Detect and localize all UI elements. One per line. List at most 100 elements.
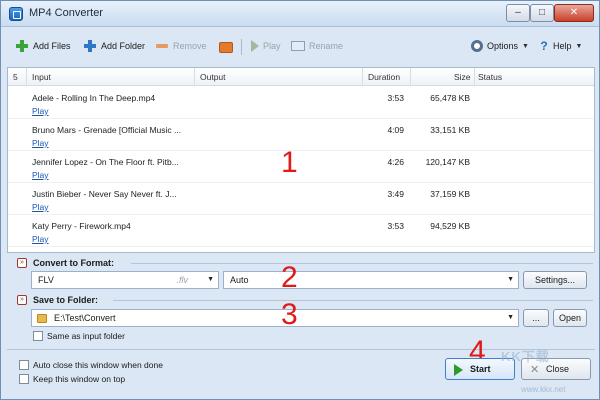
preset-select[interactable]: Auto ▼ bbox=[223, 271, 519, 289]
auto-close-checkbox[interactable] bbox=[19, 360, 29, 370]
keep-on-top-checkbox[interactable] bbox=[19, 374, 29, 384]
column-divider bbox=[410, 68, 411, 86]
table-row[interactable]: Katy Perry - Firework.mp4 Play 3:53 94,5… bbox=[8, 215, 594, 247]
column-divider bbox=[474, 68, 475, 86]
step-callout-1: 1 bbox=[281, 146, 298, 179]
rename-label: Rename bbox=[309, 41, 344, 51]
format-value: FLV bbox=[38, 275, 54, 285]
window-title: MP4 Converter bbox=[29, 7, 103, 19]
clear-list-button[interactable] bbox=[219, 37, 233, 55]
help-icon: ? bbox=[540, 39, 548, 53]
title-bar[interactable]: MP4 Converter – □ ✕ bbox=[1, 1, 599, 27]
remove-button[interactable]: Remove bbox=[155, 37, 207, 55]
add-folder-button[interactable]: Add Folder bbox=[83, 37, 145, 55]
play-link[interactable]: Play bbox=[32, 202, 49, 212]
play-link[interactable]: Play bbox=[32, 138, 49, 148]
play-icon bbox=[251, 40, 259, 52]
column-divider bbox=[194, 68, 195, 86]
expand-save-toggle[interactable]: » bbox=[17, 295, 27, 305]
app-window: MP4 Converter – □ ✕ Add Files Add Folder… bbox=[0, 0, 600, 400]
rename-button[interactable]: Rename bbox=[291, 37, 343, 55]
file-name: Katy Perry - Firework.mp4 bbox=[32, 221, 131, 231]
play-link[interactable]: Play bbox=[32, 106, 49, 116]
file-name: Bruno Mars - Grenade [Official Music ... bbox=[32, 125, 182, 135]
chevron-down-icon: ▼ bbox=[522, 42, 529, 50]
same-as-input-checkbox[interactable] bbox=[33, 331, 43, 341]
column-size[interactable]: Size bbox=[454, 72, 471, 82]
folder-plus-icon bbox=[83, 39, 97, 53]
clear-icon bbox=[219, 41, 233, 53]
options-label: Options bbox=[487, 41, 519, 51]
table-row[interactable]: Justin Bieber - Never Say Never ft. J...… bbox=[8, 183, 594, 215]
format-extension: .flv bbox=[176, 275, 188, 285]
add-files-label: Add Files bbox=[33, 41, 71, 51]
options-menu[interactable]: Options ▼ bbox=[471, 37, 529, 55]
maximize-button[interactable]: □ bbox=[530, 4, 554, 22]
close-window-button[interactable]: ✕ bbox=[554, 4, 594, 22]
play-button[interactable]: Play bbox=[251, 37, 281, 55]
play-link[interactable]: Play bbox=[32, 234, 49, 244]
file-duration: 3:53 bbox=[387, 221, 404, 231]
list-header: 5 Input Output Duration Size Status bbox=[8, 68, 594, 86]
file-name: Adele - Rolling In The Deep.mp4 bbox=[32, 93, 156, 103]
format-select[interactable]: FLV .flv ▼ bbox=[31, 271, 219, 289]
play-label: Play bbox=[263, 41, 281, 51]
play-arrow-icon bbox=[454, 364, 463, 376]
file-duration: 3:49 bbox=[387, 189, 404, 199]
step-callout-3: 3 bbox=[281, 298, 298, 331]
close-label: Close bbox=[546, 364, 570, 374]
toolbar-divider bbox=[241, 39, 242, 55]
table-row[interactable]: Adele - Rolling In The Deep.mp4 Play 3:5… bbox=[8, 87, 594, 119]
column-duration[interactable]: Duration bbox=[368, 72, 400, 82]
step-callout-2: 2 bbox=[281, 261, 298, 294]
file-name: Jennifer Lopez - On The Floor ft. Pitb..… bbox=[32, 157, 179, 167]
chevron-down-icon: ▼ bbox=[507, 276, 514, 283]
file-list[interactable]: 5 Input Output Duration Size Status Adel… bbox=[7, 67, 595, 253]
file-size: 37,159 KB bbox=[430, 189, 470, 199]
auto-close-label: Auto close this window when done bbox=[33, 360, 163, 370]
column-status[interactable]: Status bbox=[478, 72, 502, 82]
output-folder-path: E:\Test\Convert bbox=[54, 313, 116, 323]
app-icon bbox=[9, 7, 23, 21]
plus-icon bbox=[15, 39, 29, 53]
settings-button[interactable]: Settings... bbox=[523, 271, 587, 289]
column-input[interactable]: Input bbox=[32, 72, 51, 82]
table-row[interactable]: Jennifer Lopez - On The Floor ft. Pitb..… bbox=[8, 151, 594, 183]
column-divider bbox=[26, 68, 27, 86]
add-files-button[interactable]: Add Files bbox=[15, 37, 71, 55]
same-as-input-label: Same as input folder bbox=[47, 331, 125, 341]
play-link[interactable]: Play bbox=[32, 170, 49, 180]
file-duration: 3:53 bbox=[387, 93, 404, 103]
chevron-down-icon: ▼ bbox=[207, 276, 214, 283]
file-size: 33,151 KB bbox=[430, 125, 470, 135]
toolbar: Add Files Add Folder Remove Play Rename … bbox=[5, 31, 595, 61]
expand-convert-toggle[interactable]: » bbox=[17, 258, 27, 268]
table-row[interactable]: Bruno Mars - Grenade [Official Music ...… bbox=[8, 119, 594, 151]
save-section-title: Save to Folder: bbox=[33, 295, 99, 305]
watermark-url: www.kkx.net bbox=[521, 385, 566, 394]
minus-icon bbox=[155, 39, 169, 53]
file-size: 120,147 KB bbox=[425, 157, 470, 167]
chevron-down-icon: ▼ bbox=[575, 42, 583, 50]
file-duration: 4:26 bbox=[387, 157, 404, 167]
file-name: Justin Bieber - Never Say Never ft. J... bbox=[32, 189, 177, 199]
column-output[interactable]: Output bbox=[200, 72, 226, 82]
chevron-down-icon: ▼ bbox=[507, 314, 514, 321]
start-label: Start bbox=[470, 364, 491, 374]
add-folder-label: Add Folder bbox=[101, 41, 146, 51]
browse-button[interactable]: ... bbox=[523, 309, 549, 327]
folder-icon bbox=[37, 314, 47, 323]
file-size: 94,529 KB bbox=[430, 221, 470, 231]
section-divider bbox=[131, 263, 593, 264]
help-label: Help bbox=[553, 41, 572, 51]
output-folder-select[interactable]: E:\Test\Convert ▼ bbox=[31, 309, 519, 327]
column-divider bbox=[362, 68, 363, 86]
open-folder-button[interactable]: Open bbox=[553, 309, 587, 327]
file-duration: 4:09 bbox=[387, 125, 404, 135]
watermark-logo: KK下载 bbox=[501, 349, 550, 364]
preset-value: Auto bbox=[230, 275, 249, 285]
gear-icon bbox=[471, 40, 483, 52]
section-divider bbox=[113, 300, 593, 301]
help-menu[interactable]: ? Help ▼ bbox=[539, 37, 582, 55]
minimize-button[interactable]: – bbox=[506, 4, 530, 22]
